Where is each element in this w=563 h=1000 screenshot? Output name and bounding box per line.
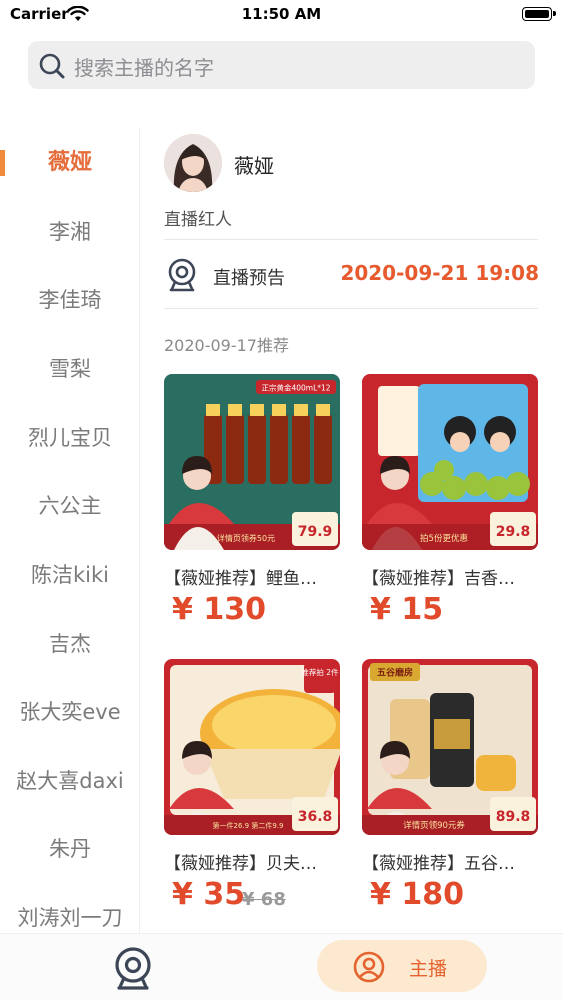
product-image-badge-price: 36.8 [298, 809, 333, 825]
product-price: ¥ 130 [172, 592, 266, 627]
sidebar-item-weiya[interactable]: 薇娅 [0, 143, 139, 183]
anchor-sidebar: 薇娅 李湘 李佳琦 雪梨 烈儿宝贝 六公主 陈洁kiki 吉杰 张大奕eve 赵… [0, 128, 140, 933]
sidebar-item-zhaodaxi[interactable]: 赵大喜daxi [0, 761, 139, 801]
sidebar-item-xueli[interactable]: 雪梨 [0, 349, 139, 389]
status-bar: Carrier 11:50 AM [0, 0, 563, 30]
user-icon [353, 951, 385, 983]
product-image-bottom-text: 详情页领券50元 [217, 533, 275, 543]
recommend-date: 2020-09-17推荐 [164, 336, 289, 355]
divider [164, 239, 538, 240]
product-title: 【薇娅推荐】鲤鱼… [164, 569, 317, 589]
tab-bar: 主播 [0, 933, 563, 1000]
product-title: 【薇娅推荐】贝夫… [164, 854, 317, 874]
tab-live-icon[interactable] [113, 946, 153, 990]
product-price: ¥ 15 [370, 592, 444, 627]
sidebar-item-lieer[interactable]: 烈儿宝贝 [0, 418, 139, 458]
sidebar-item-liugongzhu[interactable]: 六公主 [0, 486, 139, 526]
battery-icon [522, 7, 556, 21]
product-price: ¥ 35 [172, 877, 246, 912]
sidebar-item-liutao[interactable]: 刘涛刘一刀 [0, 898, 139, 933]
product-image: 五谷磨房 89.8 详情页领90元券 [362, 659, 538, 835]
product-image: 正宗黄金400mL*12 79.9 详情页领券50元 [164, 374, 340, 550]
product-image: 29.8 拍5份更优惠 [362, 374, 538, 550]
product-title: 【薇娅推荐】吉香… [362, 569, 515, 589]
product-image-badge-price: 89.8 [496, 809, 531, 825]
anchor-tag: 直播红人 [164, 210, 232, 230]
anchor-name: 薇娅 [234, 154, 274, 178]
tab-anchor[interactable]: 主播 [317, 940, 487, 992]
search-input[interactable]: 搜索主播的名字 [28, 41, 535, 89]
sidebar-item-jijie[interactable]: 吉杰 [0, 624, 139, 664]
product-original-price: ¥ 68 [242, 889, 286, 910]
sidebar-item-zhudan[interactable]: 朱丹 [0, 829, 139, 869]
live-preview-label: 直播预告 [213, 268, 285, 289]
search-placeholder: 搜索主播的名字 [74, 56, 214, 80]
product-image-top-text: 正宗黄金400mL*12 [261, 383, 330, 393]
avatar-image [164, 134, 222, 192]
sidebar-item-lijiaqi[interactable]: 李佳琦 [0, 280, 139, 320]
product-image-top-text: 五谷磨房 [377, 667, 413, 679]
live-preview-time: 2020-09-21 19:08 [340, 261, 539, 285]
avatar[interactable] [164, 134, 222, 192]
clock: 11:50 AM [241, 5, 322, 23]
product-title: 【薇娅推荐】五谷… [362, 854, 515, 874]
product-image-bottom-text: 拍5份更优惠 [420, 533, 468, 544]
product-image-badge-price: 79.9 [298, 524, 333, 540]
sidebar-item-lixiang[interactable]: 李湘 [0, 212, 139, 252]
sidebar-item-chenjie[interactable]: 陈洁kiki [0, 555, 139, 595]
tab-anchor-label: 主播 [409, 958, 448, 980]
divider [164, 308, 538, 309]
product-image-bottom-text: 第一件26.9 第二件9.9 [213, 821, 284, 830]
product-image-bottom-text: 详情页领90元券 [403, 820, 465, 831]
product-image: 推荐拍 2件 36.8 第一件26.9 第二件9.9 [164, 659, 340, 835]
screen: Carrier 11:50 AM 搜索主播的名字 薇娅 李湘 李佳琦 雪梨 烈儿… [0, 0, 563, 1000]
product-image-top-text: 推荐拍 2件 [301, 667, 339, 677]
sidebar-item-zhangdayi[interactable]: 张大奕eve [0, 692, 139, 732]
product-image-badge-price: 29.8 [496, 524, 531, 540]
product-price: ¥ 180 [370, 877, 464, 912]
webcam-icon [168, 258, 196, 292]
search-icon [39, 53, 65, 79]
